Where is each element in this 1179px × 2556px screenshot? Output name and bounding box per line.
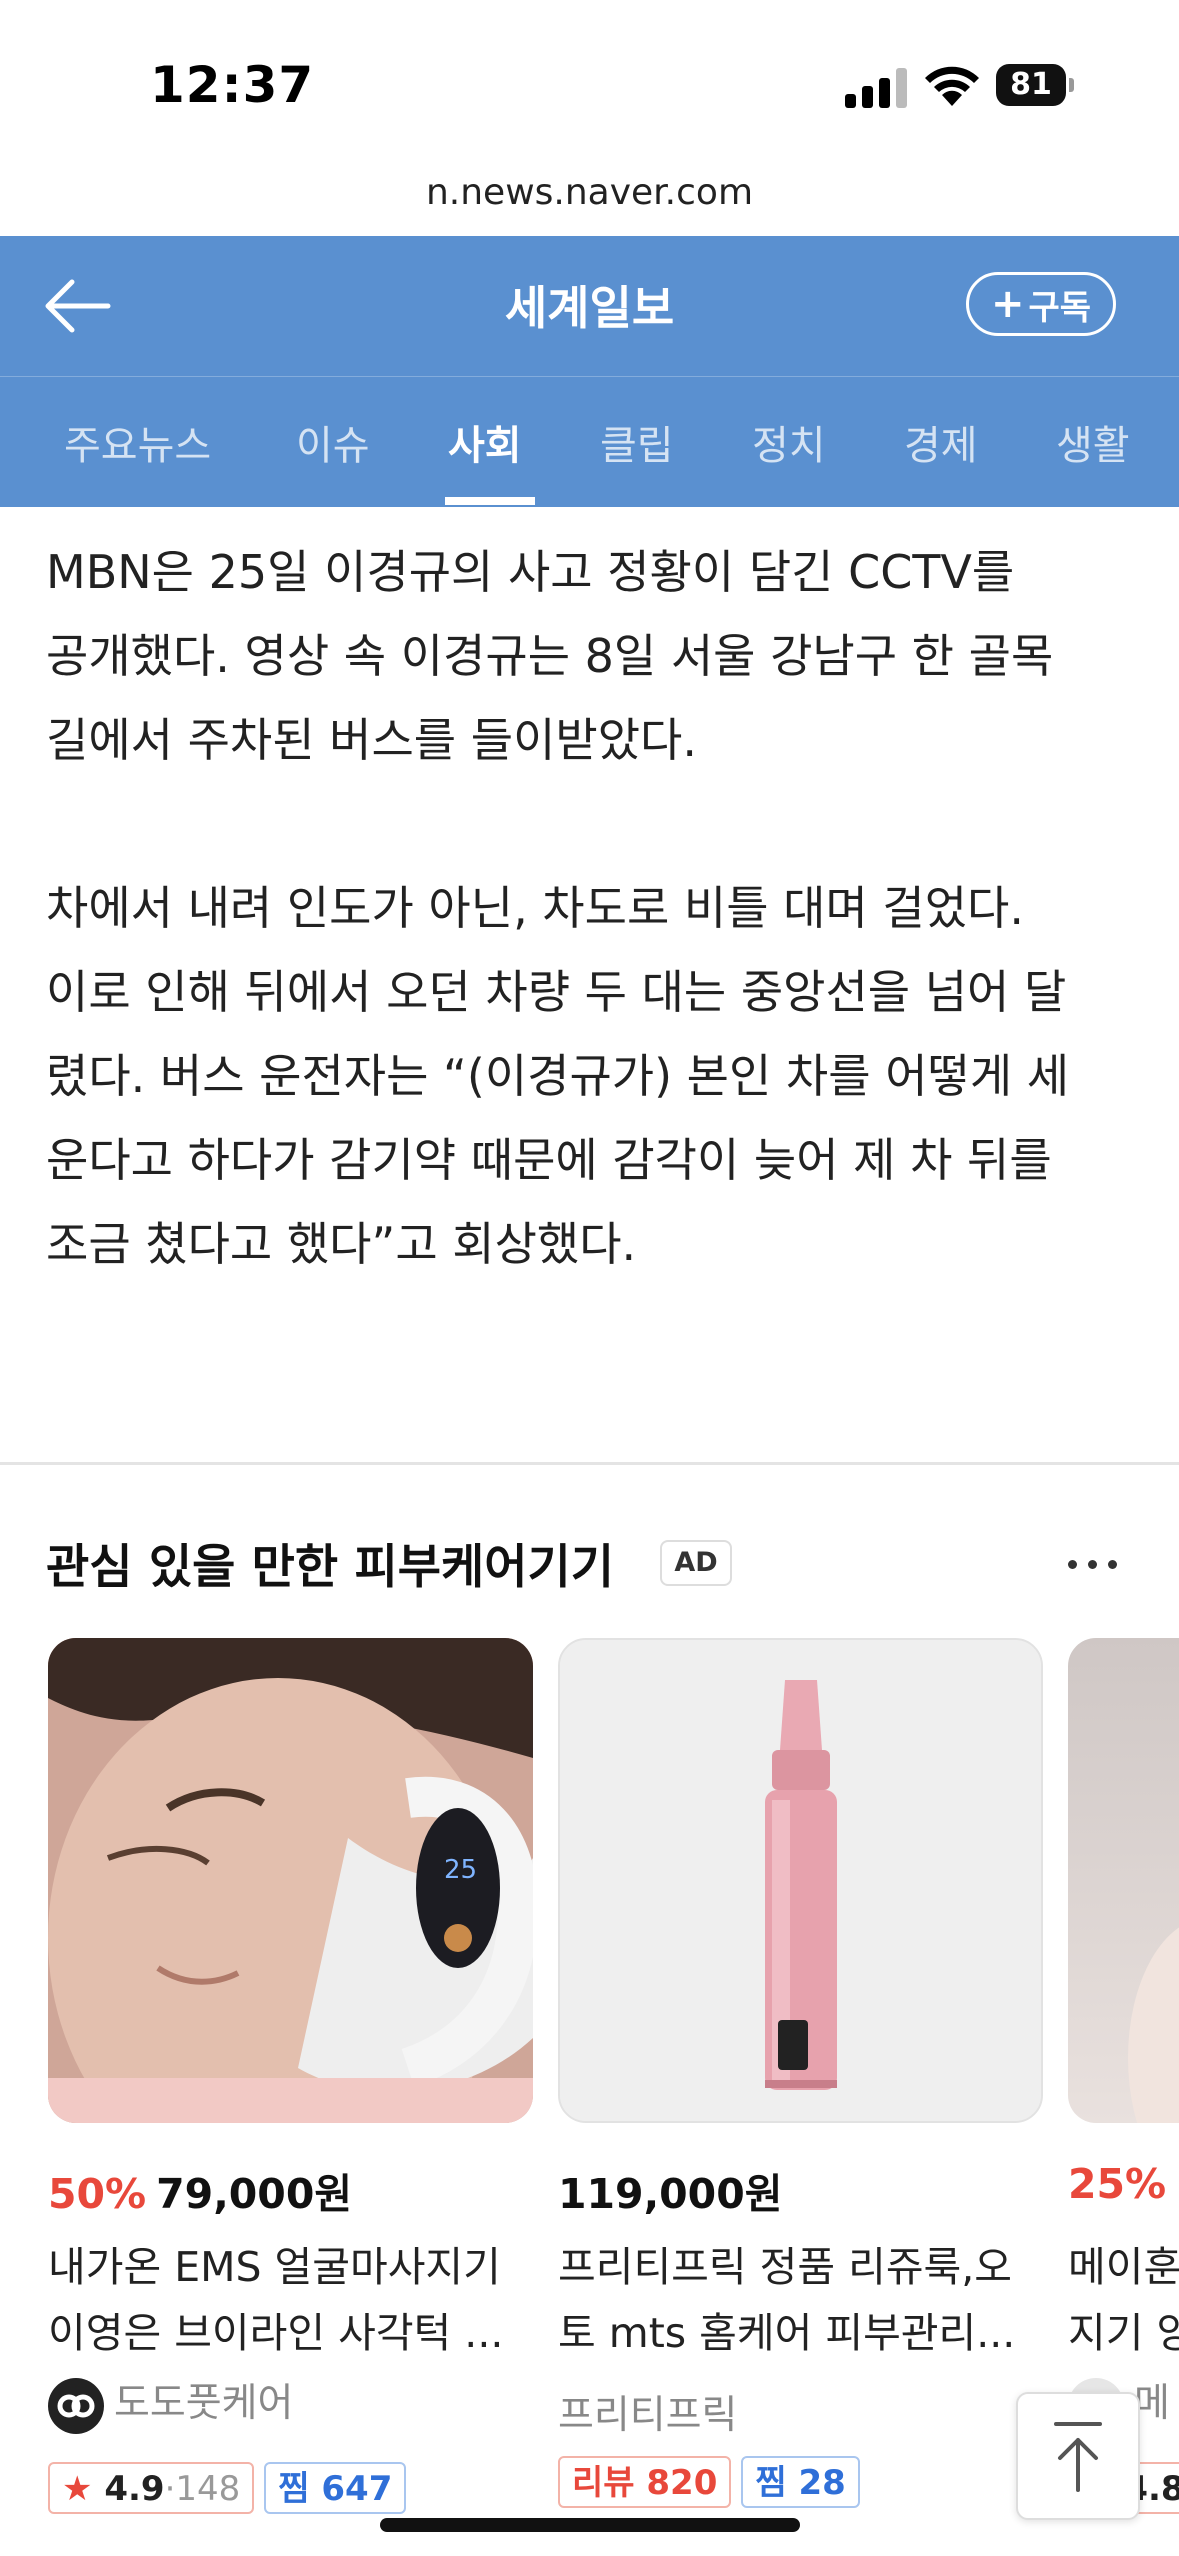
product-tags: 리뷰 820 찜 28 (558, 2456, 870, 2508)
plus-icon: + (990, 281, 1025, 327)
wifi-icon (925, 66, 979, 106)
battery-icon: 81 (996, 64, 1074, 106)
home-indicator[interactable] (380, 2518, 800, 2532)
status-time: 12:37 (150, 56, 315, 114)
product-image[interactable] (1068, 1638, 1179, 2123)
scroll-top-icon (1054, 2422, 1102, 2492)
seller-name: 도도풋케어 (114, 2381, 294, 2426)
article-line: MBN은 25일 이경규의 사고 정황이 담긴 CCTV를 (46, 545, 1015, 599)
tab-politics[interactable]: 정치 (752, 413, 826, 471)
article-paragraph: 차에서 내려 인도가 아닌, 차도로 비틀 대며 걸었다. 이로 인해 뒤에서 … (46, 866, 1156, 1286)
svg-text:25: 25 (444, 1855, 477, 1885)
article-line: 조금 쳤다고 했다”고 회상했다. (46, 1217, 637, 1271)
seller-row[interactable]: 도도풋케어 (48, 2372, 293, 2434)
product-name-line: 지기 양 (1068, 2309, 1179, 2357)
category-tabs: 주요뉴스 이슈 사회 클립 정치 경제 생활 (0, 376, 1179, 507)
discount-rate: 25% (1068, 2160, 1167, 2208)
url-bar[interactable]: n.news.naver.com (0, 172, 1179, 213)
article-line: 길에서 주차된 버스를 들이받았다. (46, 713, 697, 767)
tab-economy[interactable]: 경제 (904, 413, 978, 471)
tab-life[interactable]: 생활 (1056, 413, 1130, 471)
ad-badge[interactable]: AD (660, 1540, 732, 1586)
star-icon: ★ (62, 2469, 93, 2509)
article-line: 운다고 하다가 감기약 때문에 감각이 늦어 제 차 뒤를 (46, 1133, 1052, 1187)
article-line: 이로 인해 뒤에서 오던 차량 두 대는 중앙선을 넘어 달 (46, 965, 1067, 1019)
ad-section-title: 관심 있을 만한 피부케어기기 (46, 1540, 614, 1595)
product-price: 79,000원 (156, 2170, 353, 2218)
active-tab-indicator (445, 497, 535, 505)
product-tags: ★ 4.9·148 찜 647 (48, 2462, 416, 2514)
product-name-line: 이영은 브이라인 사각턱 ... (48, 2309, 504, 2357)
rating-badge: ★ 4.9·148 (48, 2462, 255, 2514)
review-badge: 리뷰 820 (558, 2456, 732, 2508)
rating-value: 4.9 (104, 2469, 165, 2509)
seller-logo-icon (48, 2377, 104, 2434)
product-name-line: 메이훈 (1068, 2243, 1179, 2291)
tab-clip[interactable]: 클립 (600, 413, 674, 471)
seller-name: 프리티프릭 (558, 2393, 738, 2438)
rating-count: 148 (175, 2469, 241, 2509)
tab-society[interactable]: 사회 (448, 413, 522, 471)
article-paragraph: MBN은 25일 이경규의 사고 정황이 담긴 CCTV를 공개했다. 영상 속… (46, 530, 1156, 782)
product-image[interactable]: 25 (48, 1638, 533, 2123)
product-price-row: 119,000원 (558, 2160, 782, 2220)
article-body: MBN은 25일 이경규의 사고 정황이 담긴 CCTV를 공개했다. 영상 속… (46, 530, 1156, 1370)
section-divider (0, 1462, 1179, 1465)
signal-icon (845, 68, 909, 108)
battery-level: 81 (996, 64, 1066, 106)
product-price-row: 50% 79,000원 (48, 2160, 352, 2220)
product-name[interactable]: 내가온 EMS 얼굴마사지기 이영은 브이라인 사각턱 ... (48, 2234, 538, 2366)
product-price-row: 25% (1068, 2160, 1176, 2208)
zzim-badge: 찜 647 (264, 2462, 407, 2514)
product-name-line: 프리티프릭 정품 리쥬룩,오 (558, 2243, 1013, 2291)
more-dots-icon[interactable] (1068, 1560, 1118, 1570)
discount-rate: 50% (48, 2170, 147, 2218)
product-name[interactable]: 메이훈 지기 양 (1068, 2234, 1179, 2366)
subscribe-button[interactable]: + 구독 (966, 272, 1116, 336)
article-line: 차에서 내려 인도가 아닌, 차도로 비틀 대며 걸었다. (46, 881, 1024, 935)
zzim-badge: 찜 28 (741, 2456, 860, 2508)
product-name-line: 토 mts 홈케어 피부관리... (558, 2309, 1016, 2357)
product-price: 119,000원 (558, 2170, 783, 2218)
scroll-top-button[interactable] (1016, 2392, 1140, 2520)
subscribe-label: 구독 (1028, 287, 1092, 328)
news-header: 세계일보 + 구독 (0, 236, 1179, 376)
product-image[interactable] (558, 1638, 1043, 2123)
product-name[interactable]: 프리티프릭 정품 리쥬룩,오 토 mts 홈케어 피부관리... (558, 2234, 1048, 2366)
tab-main-news[interactable]: 주요뉴스 (64, 413, 211, 471)
status-bar: 12:37 81 (0, 0, 1179, 150)
product-name-line: 내가온 EMS 얼굴마사지기 (48, 2243, 501, 2291)
tab-issue[interactable]: 이슈 (296, 413, 370, 471)
article-line: 공개했다. 영상 속 이경규는 8일 서울 강남구 한 골목 (46, 629, 1054, 683)
article-line: 렸다. 버스 운전자는 “(이경규가) 본인 차를 어떻게 세 (46, 1049, 1070, 1103)
seller-row[interactable]: 프리티프릭 (558, 2384, 737, 2440)
